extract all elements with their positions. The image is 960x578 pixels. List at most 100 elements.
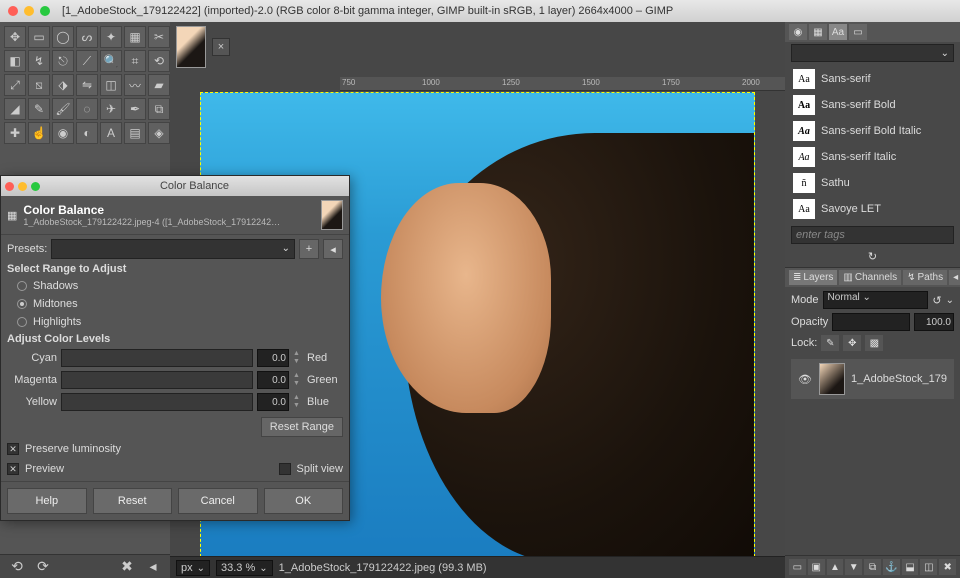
move-tool-icon[interactable]: ✥ [4,26,26,48]
yellow-blue-value[interactable] [257,393,289,411]
delete-layer-icon[interactable]: ✖ [939,559,956,575]
visibility-toggle-icon[interactable]: 👁 [797,371,813,387]
preserve-luminosity-checkbox[interactable]: ✕Preserve luminosity [7,441,343,457]
lower-layer-icon[interactable]: ▼ [845,559,862,575]
tags-input[interactable]: enter tags [791,226,954,244]
font-filter-input[interactable] [791,44,954,62]
zoom-tool-icon[interactable]: 🔍 [100,50,122,72]
new-layer-icon[interactable]: ▭ [789,559,806,575]
help-button[interactable]: Help [7,488,87,514]
free-select-tool-icon[interactable]: ᔕ [76,26,98,48]
opacity-value[interactable] [914,313,954,331]
dock-menu-icon[interactable]: ◂ [144,558,162,576]
dodge-tool-icon[interactable]: ◐ [76,122,98,144]
warp-tool-icon[interactable]: 〰 [124,74,146,96]
redo-icon[interactable]: ⟳ [34,558,52,576]
image-tab-close-icon[interactable]: × [212,38,230,56]
chevron-down-icon[interactable] [946,294,954,306]
yellow-blue-slider[interactable] [61,393,253,411]
dialog-titlebar[interactable]: Color Balance [1,176,349,196]
lock-pixels-icon[interactable]: ✎ [821,335,839,351]
font-row[interactable]: AaSans-serif [791,66,954,92]
opacity-slider[interactable] [832,313,910,331]
mode-reset-icon[interactable]: ↺ [932,294,941,307]
font-row[interactable]: AaSans-serif Italic [791,144,954,170]
reset-range-button[interactable]: Reset Range [261,417,343,437]
range-shadows-radio[interactable]: Shadows [7,279,343,293]
scale-tool-icon[interactable]: ⤢ [4,74,26,96]
reset-button[interactable]: Reset [93,488,173,514]
by-color-select-tool-icon[interactable]: ▦ [124,26,146,48]
dialog-minimize-icon[interactable] [18,182,27,191]
crop-tool-icon[interactable]: ⌗ [124,50,146,72]
align-tool-icon[interactable]: ▤ [124,122,146,144]
layers-tab[interactable]: ≣Layers [789,270,837,285]
fuzzy-select-tool-icon[interactable]: ✦ [100,26,122,48]
anchor-layer-icon[interactable]: ⚓ [883,559,900,575]
image-tab-thumbnail[interactable] [176,26,206,68]
range-midtones-radio[interactable]: Midtones [7,297,343,311]
ink-tool-icon[interactable]: ✒ [124,98,146,120]
cyan-red-slider[interactable] [61,349,253,367]
airbrush-tool-icon[interactable]: ✈ [100,98,122,120]
bucket-fill-tool-icon[interactable]: ▰ [148,74,170,96]
documents-tab-icon[interactable]: ▭ [849,24,867,40]
unit-selector[interactable]: px [176,560,210,576]
range-highlights-radio[interactable]: Highlights [7,315,343,329]
raise-layer-icon[interactable]: ▲ [827,559,844,575]
undo-icon[interactable]: ⟲ [8,558,26,576]
flip-tool-icon[interactable]: ⇋ [76,74,98,96]
rotate-tool-icon[interactable]: ⟲ [148,50,170,72]
presets-select[interactable] [51,239,295,259]
dialog-close-icon[interactable] [5,182,14,191]
unified-transform-tool-icon[interactable]: ◈ [148,122,170,144]
fonts-tab-icon[interactable]: Aa [829,24,847,40]
reload-fonts-icon[interactable]: ↻ [785,246,960,267]
channels-tab[interactable]: ▥Channels [839,270,901,285]
heal-tool-icon[interactable]: ✚ [4,122,26,144]
delete-icon[interactable]: ✖ [118,558,136,576]
perspective-tool-icon[interactable]: ⬗ [52,74,74,96]
preset-add-icon[interactable]: + [299,239,319,259]
layer-row[interactable]: 👁 1_AdobeStock_179 [791,359,954,399]
cage-tool-icon[interactable]: ◫ [100,74,122,96]
zoom-selector[interactable]: 33.3 % [216,560,273,576]
brushes-tab-icon[interactable]: ◉ [789,24,807,40]
cancel-button[interactable]: Cancel [178,488,258,514]
minimize-window-icon[interactable] [24,6,34,16]
paths-tab[interactable]: ↯Paths [903,270,947,285]
gradient-tool-icon[interactable]: ◢ [4,98,26,120]
font-row[interactable]: ñSathu [791,170,954,196]
lock-position-icon[interactable]: ✥ [843,335,861,351]
duplicate-layer-icon[interactable]: ⧉ [864,559,881,575]
mask-layer-icon[interactable]: ◫ [920,559,937,575]
preset-menu-icon[interactable]: ◂ [323,239,343,259]
cyan-red-value[interactable] [257,349,289,367]
magenta-green-value[interactable] [257,371,289,389]
mode-select[interactable]: Normal [823,291,929,309]
preview-checkbox[interactable]: ✕Preview [7,461,64,477]
merge-layer-icon[interactable]: ⬓ [902,559,919,575]
font-row[interactable]: AaSans-serif Bold Italic [791,118,954,144]
font-row[interactable]: AaSans-serif Bold [791,92,954,118]
lock-alpha-icon[interactable]: ▩ [865,335,883,351]
rect-select-tool-icon[interactable]: ▭ [28,26,50,48]
spinner-icon[interactable]: ▲▼ [293,372,303,388]
split-view-checkbox[interactable]: Split view [279,461,343,477]
zoom-window-icon[interactable] [40,6,50,16]
clone-tool-icon[interactable]: ⧉ [148,98,170,120]
foreground-select-tool-icon[interactable]: ◧ [4,50,26,72]
patterns-tab-icon[interactable]: ▦ [809,24,827,40]
paintbrush-tool-icon[interactable]: 🖌 [52,98,74,120]
shear-tool-icon[interactable]: ⧅ [28,74,50,96]
spinner-icon[interactable]: ▲▼ [293,394,303,410]
color-picker-tool-icon[interactable]: ⎋ [52,50,74,72]
dock-menu-icon[interactable]: ◂ [949,270,960,285]
font-row[interactable]: AaSavoye LET [791,196,954,222]
eraser-tool-icon[interactable]: ◌ [76,98,98,120]
smudge-tool-icon[interactable]: ☝ [28,122,50,144]
pencil-tool-icon[interactable]: ✎ [28,98,50,120]
magenta-green-slider[interactable] [61,371,253,389]
ok-button[interactable]: OK [264,488,344,514]
text-tool-icon[interactable]: A [100,122,122,144]
